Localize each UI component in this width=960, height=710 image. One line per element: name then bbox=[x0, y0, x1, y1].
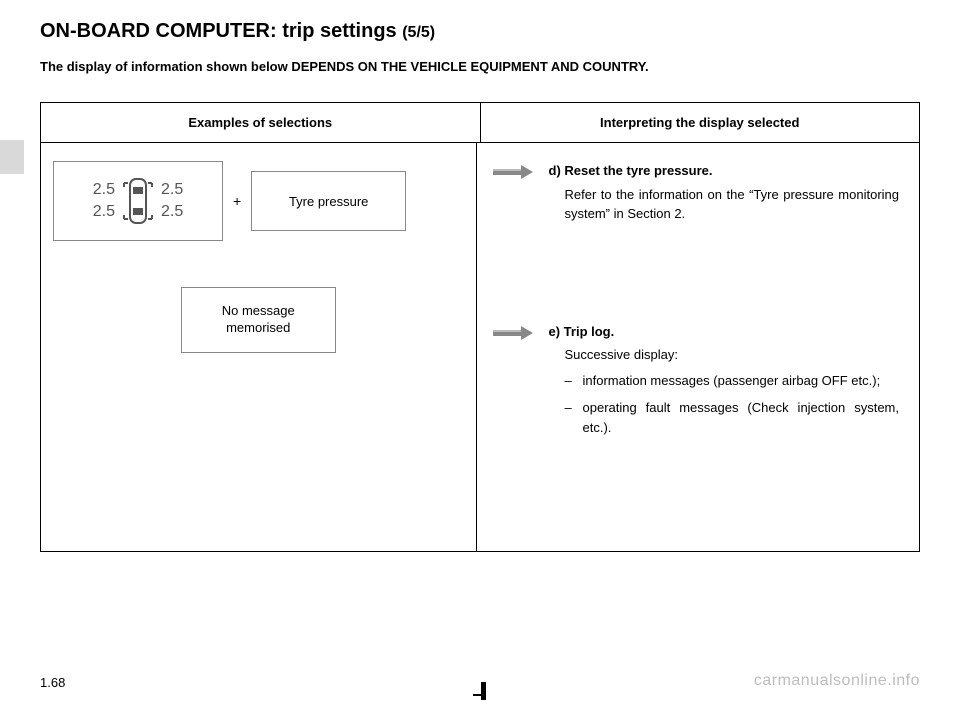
header-left: Examples of selections bbox=[41, 103, 481, 142]
list-item: operating fault messages (Check injectio… bbox=[565, 398, 900, 437]
sub-e: Successive display: bbox=[565, 345, 900, 365]
header-right: Interpreting the display selected bbox=[481, 103, 920, 142]
tyre-fl: 2.5 bbox=[93, 179, 115, 201]
arrow-right-icon bbox=[491, 324, 535, 342]
no-message-line2: memorised bbox=[226, 320, 290, 335]
arrow-icon-d bbox=[489, 161, 537, 181]
table-header: Examples of selections Interpreting the … bbox=[41, 103, 919, 143]
arrow-right-icon bbox=[491, 163, 535, 181]
tyre-left-values: 2.5 2.5 bbox=[93, 179, 115, 224]
page-number: 1.68 bbox=[40, 675, 65, 690]
row-e: e) Trip log. Successive display: informa… bbox=[489, 322, 900, 446]
col-examples: 2.5 2.5 2.5 2.5 bbox=[41, 143, 477, 551]
list-item: information messages (passenger airbag O… bbox=[565, 371, 900, 391]
tyre-pressure-display: 2.5 2.5 2.5 2.5 bbox=[53, 161, 223, 241]
content-e: e) Trip log. Successive display: informa… bbox=[549, 322, 900, 446]
tyre-rr: 2.5 bbox=[161, 201, 183, 223]
page-title: ON-BOARD COMPUTER: trip settings (5/5) bbox=[40, 20, 920, 43]
watermark: carmanualsonline.info bbox=[754, 672, 920, 690]
subtitle: The display of information shown below D… bbox=[40, 59, 920, 74]
tyre-right-values: 2.5 2.5 bbox=[161, 179, 183, 224]
tyre-fr: 2.5 bbox=[161, 179, 183, 201]
content-d: d) Reset the tyre pressure. Refer to the… bbox=[549, 161, 900, 224]
crop-mark-icon bbox=[473, 682, 487, 700]
body-d: Refer to the information on the “Tyre pr… bbox=[565, 185, 900, 224]
key-e: e) Trip log. bbox=[549, 324, 615, 339]
plus-sign: + bbox=[233, 193, 241, 209]
list-e: information messages (passenger airbag O… bbox=[565, 371, 900, 438]
row-tyre-pressure: 2.5 2.5 2.5 2.5 bbox=[53, 161, 464, 241]
car-top-icon bbox=[121, 175, 155, 227]
title-main: ON-BOARD COMPUTER: trip settings bbox=[40, 20, 402, 42]
main-table: Examples of selections Interpreting the … bbox=[40, 102, 920, 552]
key-d: d) Reset the tyre pressure. bbox=[549, 163, 713, 178]
no-message-line1: No message bbox=[222, 303, 295, 318]
row-d: d) Reset the tyre pressure. Refer to the… bbox=[489, 161, 900, 224]
no-message-box: No message memorised bbox=[181, 287, 336, 353]
page-content: ON-BOARD COMPUTER: trip settings (5/5) T… bbox=[0, 0, 960, 572]
arrow-icon-e bbox=[489, 322, 537, 342]
title-sub: (5/5) bbox=[402, 24, 435, 41]
tyre-pressure-label-box: Tyre pressure bbox=[251, 171, 406, 231]
tyre-rl: 2.5 bbox=[93, 201, 115, 223]
side-tab bbox=[0, 140, 24, 174]
table-body: 2.5 2.5 2.5 2.5 bbox=[41, 143, 919, 551]
col-interpreting: d) Reset the tyre pressure. Refer to the… bbox=[477, 143, 920, 551]
tyre-pressure-label: Tyre pressure bbox=[289, 194, 368, 209]
